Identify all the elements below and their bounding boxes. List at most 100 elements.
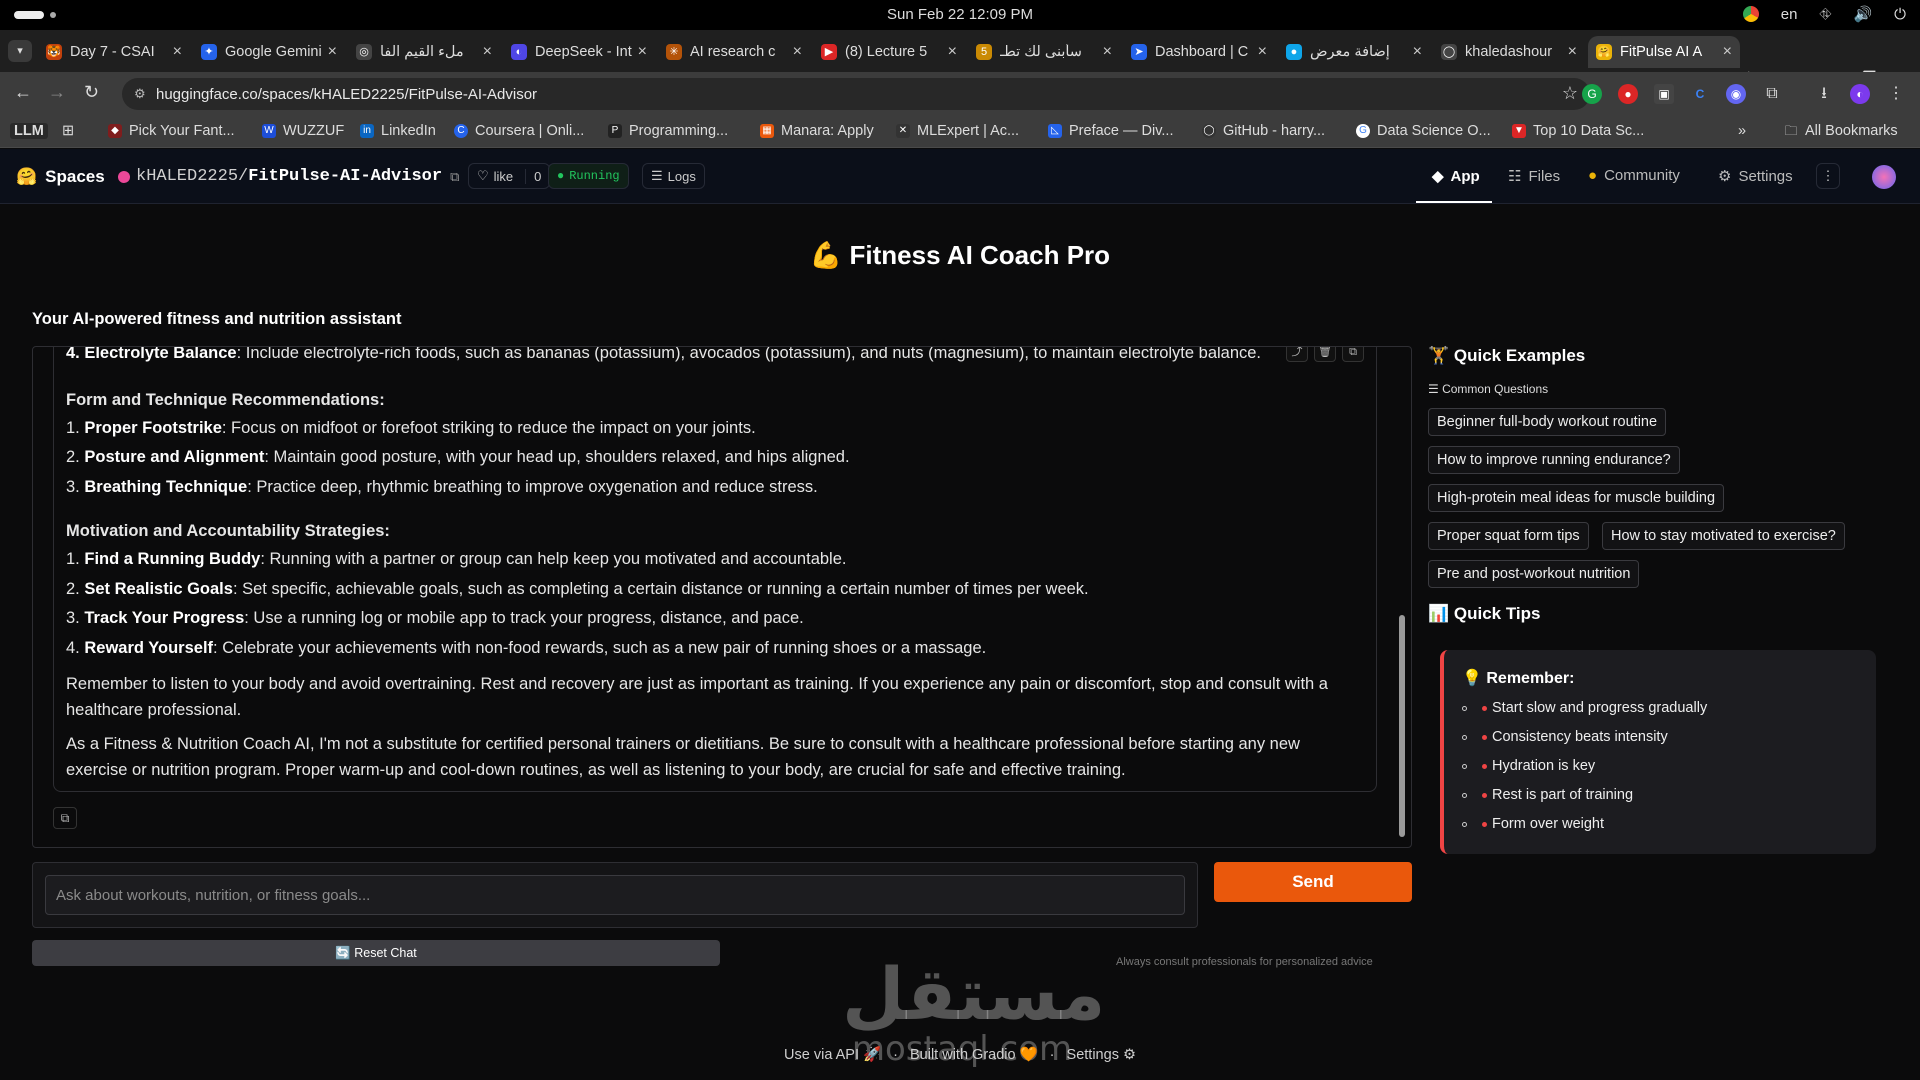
tab-favicon-icon: 🐯 [46,44,62,60]
status-dot-icon: ● [557,169,565,183]
tab-community[interactable]: ● Community [1588,167,1680,184]
profile-avatar[interactable]: ◐ [1850,84,1870,104]
back-arrow-icon[interactable]: ← [14,82,32,103]
copy-icon[interactable]: ⧉ [1342,347,1364,362]
volume-icon[interactable]: 🔊 [1853,5,1872,23]
browser-tab[interactable]: ◎ ملء القيم الفا × [348,36,500,68]
item-number: 2. [66,448,85,466]
close-tab-icon[interactable]: × [1568,43,1577,61]
adblock-extension-icon[interactable]: ● [1618,84,1638,104]
footer: Use via API 🚀 · Built with Gradio 🧡 · Se… [0,1046,1920,1063]
clock[interactable]: Sun Feb 22 12:09 PM [0,6,1920,23]
tab-settings[interactable]: ⚙ Settings [1718,167,1793,186]
send-button[interactable]: Send [1214,862,1412,902]
tab-title: FitPulse AI A [1620,44,1703,60]
browser-tab[interactable]: ✳ AI research c × [658,36,810,68]
close-tab-icon[interactable]: × [1258,43,1267,61]
bookmark-4[interactable]: C Coursera | Onli... [454,123,584,139]
example-button[interactable]: Beginner full-body workout routine [1428,408,1667,436]
tab-app[interactable]: ◆ App [1432,167,1480,186]
more-bookmarks-chevron-icon[interactable]: » [1738,123,1746,139]
github-icon: ◯ [1202,124,1216,138]
close-tab-icon[interactable]: × [1103,43,1112,61]
example-button[interactable]: High-protein meal ideas for muscle build… [1428,484,1725,512]
copy-message-icon[interactable]: ⧉ [53,807,77,829]
browser-tab[interactable]: ▶ (8) Lecture 5 × [813,36,965,68]
browser-tab[interactable]: 🤗 FitPulse AI A × [1588,36,1740,68]
tab-files[interactable]: ☷ Files [1508,167,1560,186]
bookmark-10[interactable]: G Data Science O... [1356,123,1491,139]
address-bar[interactable]: ⚙ huggingface.co/spaces/kHALED2225/FitPu… [122,78,1590,110]
chatbot-panel[interactable]: 4. Electrolyte Balance: Include electrol… [32,346,1412,848]
copy-icon[interactable]: ⧉ [450,169,459,185]
close-tab-icon[interactable]: × [1413,43,1422,61]
bookmark-star-icon[interactable]: ☆ [1562,83,1578,104]
user-avatar[interactable] [1872,165,1896,189]
browser-tab[interactable]: ◯ khaledashour × [1433,36,1585,68]
reload-icon[interactable]: ↻ [84,82,99,103]
share-icon[interactable]: ⤴ [1286,347,1308,362]
example-button[interactable]: Pre and post-workout nutrition [1428,560,1640,588]
download-icon[interactable]: ⭳ [1814,84,1834,104]
c-extension-icon[interactable]: C [1690,84,1710,104]
chrome-icon[interactable] [1742,6,1759,22]
bullet-icon [1462,735,1467,740]
close-tab-icon[interactable]: × [483,43,492,61]
bookmark-11[interactable]: ▼ Top 10 Data Sc... [1512,123,1644,139]
browser-tab[interactable]: 5 سأبنى لك تطـ × [968,36,1120,68]
browser-tab[interactable]: 🐯 Day 7 - CSAI × [38,36,190,68]
example-button[interactable]: How to improve running endurance? [1428,446,1680,474]
close-tab-icon[interactable]: × [173,43,182,61]
screen-extension-icon[interactable]: ▣ [1654,84,1674,104]
linkedin-icon: in [360,124,374,138]
bookmark-2[interactable]: W WUZZUF [262,123,344,139]
repo-owner[interactable]: kHALED2225 [136,167,238,186]
close-tab-icon[interactable]: × [328,43,337,61]
bookmark-9[interactable]: ◯ GitHub - harry... [1202,123,1325,139]
spaces-link[interactable]: 🤗 Spaces [16,167,105,187]
bookmark-6[interactable]: ▦ Manara: Apply [760,123,874,139]
example-button[interactable]: Proper squat form tips [1428,522,1589,550]
reset-chat-button[interactable]: 🔄 Reset Chat [32,940,720,966]
bookmark-1[interactable]: ◆ Pick Your Fant... [108,123,235,139]
browser-tab[interactable]: ➤ Dashboard | C × [1123,36,1275,68]
extensions-puzzle-icon[interactable]: ⧉ [1762,84,1782,104]
language-indicator[interactable]: en [1781,6,1798,23]
more-options-icon[interactable]: ⋮ [1816,163,1840,189]
logs-button[interactable]: ☰ Logs [642,163,705,189]
browser-tab[interactable]: ● إضافة معرض × [1278,36,1430,68]
apps-grid-icon[interactable]: ⊞ [62,123,74,139]
close-tab-icon[interactable]: × [793,43,802,61]
example-button[interactable]: How to stay motivated to exercise? [1602,522,1845,550]
site-info-icon[interactable]: ⚙ [134,86,146,102]
system-tray[interactable]: en ⛗ 🔊 ⏻ [1742,5,1906,23]
tab-title: ملء القيم الفا [380,44,464,60]
grammarly-extension-icon[interactable]: G [1582,84,1602,104]
built-with-gradio-link[interactable]: Built with Gradio 🧡 [910,1047,1038,1063]
forward-arrow-icon[interactable]: → [48,82,66,103]
bookmark-5[interactable]: P Programming... [608,123,728,139]
repo-name[interactable]: FitPulse-AI-Advisor [248,167,442,186]
bookmark-3[interactable]: in LinkedIn [360,123,436,139]
network-icon[interactable]: ⛗ [1819,6,1831,23]
like-button[interactable]: ♡ like 0 [468,163,551,189]
close-tab-icon[interactable]: × [948,43,957,61]
tab-search-chevron-down-icon[interactable]: ▾ [8,40,32,62]
use-via-api-link[interactable]: Use via API 🚀 [784,1047,881,1063]
chat-input[interactable] [45,875,1185,915]
discord-extension-icon[interactable]: ◉ [1726,84,1746,104]
scrollbar-thumb[interactable] [1399,615,1405,837]
url-text[interactable]: huggingface.co/spaces/kHALED2225/FitPuls… [156,86,537,103]
close-tab-icon[interactable]: × [638,43,647,61]
bookmark-7[interactable]: ✕ MLExpert | Ac... [896,123,1019,139]
close-tab-icon[interactable]: × [1723,43,1732,61]
browser-tab[interactable]: ◐ DeepSeek - Into × [503,36,655,68]
footer-settings-link[interactable]: Settings ⚙ [1067,1047,1136,1063]
browser-menu-icon[interactable]: ⋮ [1886,84,1906,104]
all-bookmarks[interactable]: 🗀 All Bookmarks [1784,123,1897,139]
power-icon[interactable]: ⏻ [1894,6,1906,23]
trash-icon[interactable]: 🗑 [1314,347,1336,362]
browser-tab[interactable]: ✦ Google Gemini × [193,36,345,68]
bookmark-llm[interactable]: LLM [10,123,48,139]
bookmark-8[interactable]: ◺ Preface — Div... [1048,123,1173,139]
